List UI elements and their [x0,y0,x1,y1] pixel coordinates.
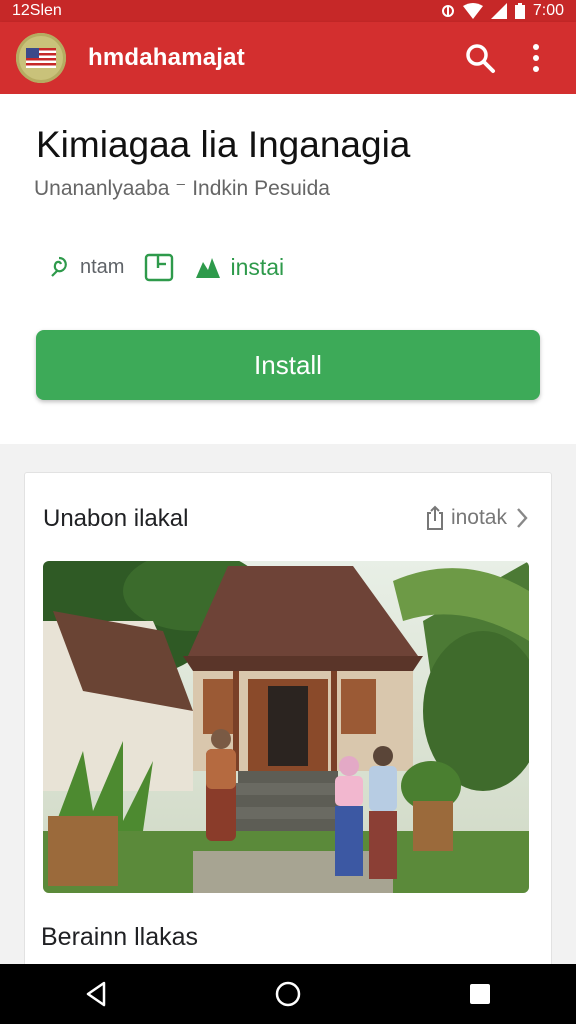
meta-item-share[interactable] [144,252,174,282]
wifi-icon [462,3,483,19]
app-bar: hmdahamajat [0,22,576,94]
search-button[interactable] [456,34,504,82]
status-left-text: 12Slen [12,2,62,19]
install-arrow-icon [196,258,221,278]
app-name: Kimiagaa lia Inganagia [36,124,411,165]
search-icon [466,44,495,73]
card-action-link[interactable]: inotak [425,505,529,531]
meta-item-rating[interactable]: ntam [46,254,124,280]
app-header: Kimiagaa lia Inganagia Unananlyaaba ⁻ In… [0,94,576,444]
home-circle-icon [275,981,301,1007]
nav-recents-button[interactable] [450,964,510,1024]
more-options-button[interactable] [512,34,560,82]
system-nav-bar [0,964,576,1024]
share-box-icon [145,253,174,282]
meta-item-install[interactable]: instai [194,254,284,281]
recents-square-icon [470,984,490,1004]
chevron-right-icon [517,508,528,528]
nav-back-button[interactable] [66,964,126,1024]
content-card: Unabon ilakal inotak Berainn llakas [24,472,552,994]
meta-label-rating: ntam [80,255,125,278]
status-bar: 12Slen 7:00 [0,0,576,22]
house-photo[interactable] [43,561,529,893]
card-title: Unabon ilakal [43,505,189,532]
meta-row: ntam instai [46,252,304,282]
more-vert-icon [533,44,539,72]
flag-logo-icon[interactable] [16,33,66,83]
signal-icon [490,3,507,19]
back-triangle-icon [86,981,106,1007]
share-icon [426,505,443,530]
battery-icon [514,3,525,19]
sync-icon [441,5,454,17]
nav-home-button[interactable] [258,964,318,1024]
card-action-label: inotak [450,506,507,529]
status-time: 7:00 [532,2,564,19]
app-bar-title: hmdahamajat [88,44,245,71]
app-subtitle: Unananlyaaba ⁻ Indkin Pesuida [34,177,330,200]
status-icons: 7:00 [441,2,564,20]
meta-label-install: instai [230,253,285,280]
install-button[interactable]: Install [36,330,540,400]
card-bottom-title: Berainn llakas [41,923,199,951]
leaf-icon [51,256,67,277]
